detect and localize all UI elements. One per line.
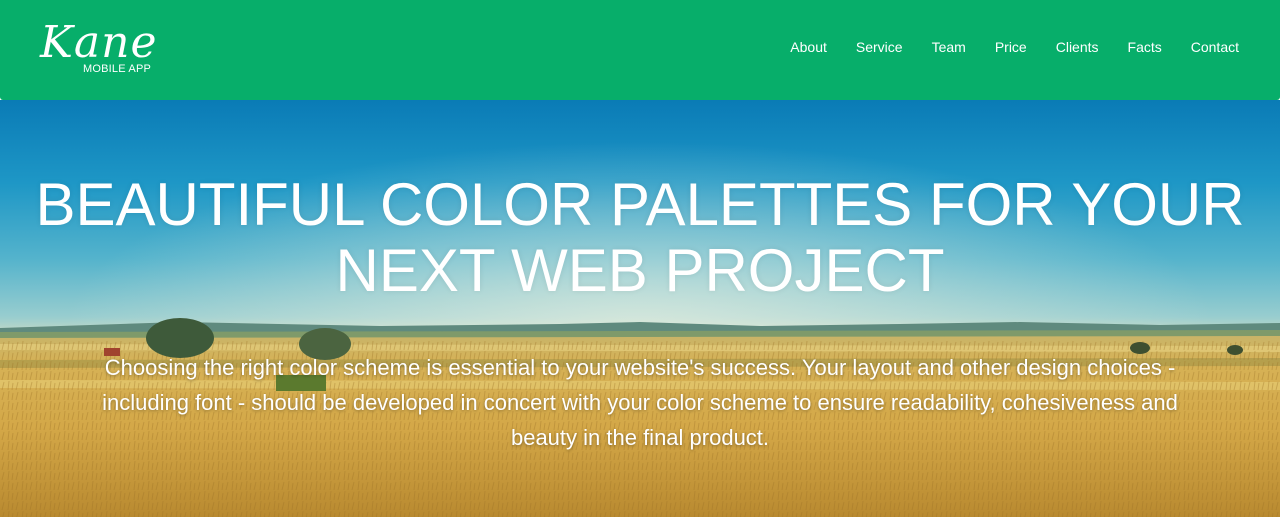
- nav-item-about: About: [790, 38, 827, 57]
- nav-item-service: Service: [856, 38, 903, 57]
- nav-link-service[interactable]: Service: [856, 39, 903, 55]
- top-navbar: Kane MOBILE APP About Service Team Price…: [0, 0, 1280, 100]
- brand-logo[interactable]: Kane MOBILE APP: [40, 18, 170, 82]
- nav-link-about[interactable]: About: [790, 39, 827, 55]
- nav-link-team[interactable]: Team: [932, 39, 966, 55]
- logo-subtitle: MOBILE APP: [83, 63, 152, 75]
- main-nav: About Service Team Price Clients Facts C…: [790, 38, 1239, 57]
- hero-title: BEAUTIFUL COLOR PALETTES FOR YOUR NEXT W…: [35, 171, 1245, 304]
- nav-link-contact[interactable]: Contact: [1191, 39, 1239, 55]
- nav-item-team: Team: [932, 38, 966, 57]
- hero-description: Choosing the right color scheme is essen…: [102, 355, 1178, 450]
- nav-link-facts[interactable]: Facts: [1128, 39, 1162, 55]
- nav-item-facts: Facts: [1128, 38, 1162, 57]
- nav-link-price[interactable]: Price: [995, 39, 1027, 55]
- hero-section: BEAUTIFUL COLOR PALETTES FOR YOUR NEXT W…: [0, 100, 1280, 517]
- nav-link-clients[interactable]: Clients: [1056, 39, 1099, 55]
- nav-item-price: Price: [995, 38, 1027, 57]
- nav-item-contact: Contact: [1191, 38, 1239, 57]
- logo-script-text: Kane: [40, 17, 158, 68]
- nav-item-clients: Clients: [1056, 38, 1099, 57]
